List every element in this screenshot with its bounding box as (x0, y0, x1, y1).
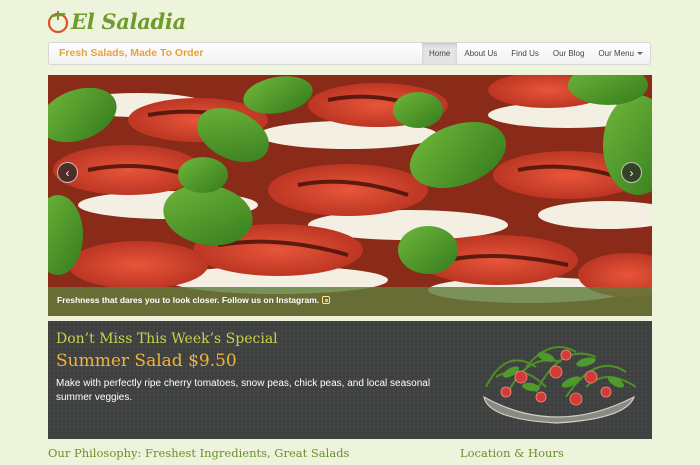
nav-find-us[interactable]: Find Us (504, 43, 546, 64)
carousel-prev-button[interactable]: ‹ (57, 162, 78, 183)
special-heading: Don’t Miss This Week’s Special (56, 331, 278, 347)
tomato-logo-icon (47, 11, 69, 34)
special-description: Make with perfectly ripe cherry tomatoes… (56, 378, 431, 403)
hero-carousel[interactable]: ‹ › Freshness that dares you to look clo… (48, 75, 652, 316)
carousel-caption-text: Freshness that dares you to look closer.… (57, 295, 320, 305)
carousel-caption[interactable]: Freshness that dares you to look closer.… (57, 295, 331, 305)
site-logo[interactable]: El Saladia (47, 6, 186, 36)
nav-find-label: Find Us (511, 49, 539, 58)
salad-bowl-illustration (483, 346, 637, 424)
nav-home-label: Home (429, 49, 451, 58)
chevron-right-icon: › (629, 165, 634, 180)
philosophy-heading: Our Philosophy: Freshest Ingredients, Gr… (48, 446, 350, 460)
location-hours-heading: Location & Hours (460, 446, 564, 460)
nav-our-blog[interactable]: Our Blog (546, 43, 592, 64)
carousel-next-button[interactable]: › (621, 162, 642, 183)
carousel-caption-bar: Freshness that dares you to look closer.… (48, 287, 652, 316)
instagram-icon[interactable] (322, 296, 331, 304)
caret-down-icon (637, 52, 643, 55)
weekly-special-banner: Don’t Miss This Week’s Special Summer Sa… (48, 321, 652, 439)
chevron-left-icon: ‹ (65, 165, 70, 180)
nav-menu-label: Our Menu (598, 49, 634, 58)
brand-name: El Saladia (71, 8, 186, 34)
nav-menu: Home About Us Find Us Our Blog Our Menu (422, 43, 650, 64)
nav-about-label: About Us (464, 49, 498, 58)
special-title: Summer Salad $9.50 (56, 351, 237, 371)
nav-our-menu-dropdown[interactable]: Our Menu (591, 43, 650, 64)
nav-home[interactable]: Home (422, 43, 458, 64)
nav-blog-label: Our Blog (552, 49, 585, 58)
nav-about-us[interactable]: About Us (457, 43, 504, 64)
main-navbar: Fresh Salads, Made To Order Home About U… (48, 42, 651, 65)
site-tagline[interactable]: Fresh Salads, Made To Order (59, 47, 204, 59)
caprese-salad-photo (48, 75, 652, 316)
